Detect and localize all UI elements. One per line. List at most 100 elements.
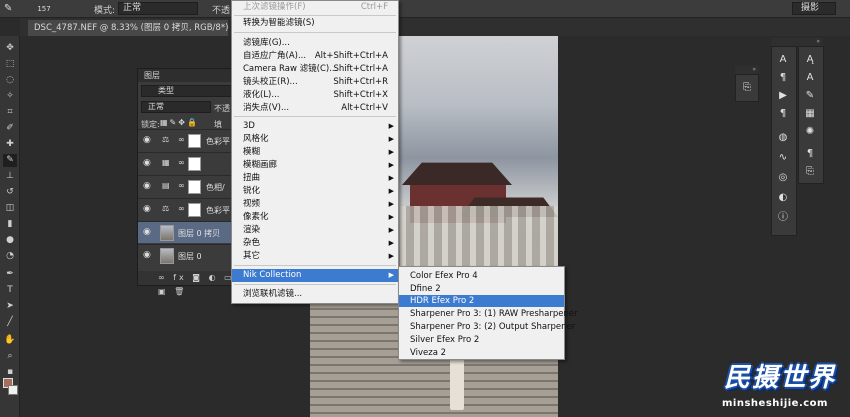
submenu-arrow-icon: ▶ (388, 148, 394, 156)
layer-row[interactable]: ◉ ▤ ∞ 色相/ (138, 175, 244, 197)
paragraph-panel-icon[interactable]: ¶ (776, 71, 790, 85)
menu-item-convert-smart-filters[interactable]: 转换为智能滤镜(S) (232, 17, 398, 30)
menu-item-stylize[interactable]: 风格化 ▶ (232, 133, 398, 146)
menu-item-nik-collection[interactable]: Nik Collection ▶ (232, 269, 398, 282)
tool-presets-icon[interactable]: ✎ (803, 89, 817, 103)
menu-item-liquify[interactable]: 液化(L)... Shift+Ctrl+X (232, 89, 398, 102)
submenu-item-hdr-efex-pro[interactable]: HDR Efex Pro 2 (399, 295, 564, 307)
history-panel-icon[interactable]: ⎘ (740, 81, 754, 95)
hand-tool-icon[interactable]: ✋ (3, 334, 17, 347)
submenu-item-viveza[interactable]: Viveza 2 (399, 347, 564, 359)
menu-item-last-filter[interactable]: 上次滤镜操作(F) Ctrl+F (232, 1, 398, 14)
visibility-eye-icon[interactable]: ◉ (143, 158, 153, 168)
lock-icons[interactable]: ▦✎✥🔒 (160, 118, 199, 127)
properties-panel-icon[interactable]: ¶ (803, 147, 817, 161)
menu-item-lens-correction[interactable]: 镜头校正(R)... Shift+Ctrl+R (232, 76, 398, 89)
menu-item-camera-raw[interactable]: Camera Raw 滤镜(C)... Shift+Ctrl+A (232, 63, 398, 76)
play-actions-icon[interactable]: ▶ (776, 89, 790, 103)
layer-filter-select[interactable]: 类型 (141, 85, 243, 97)
menu-item-browse-filters-online[interactable]: 浏览联机滤镜... (232, 288, 398, 301)
submenu-arrow-icon: ▶ (388, 122, 394, 130)
type-tool-icon[interactable]: T (3, 284, 17, 297)
color-panel-icon[interactable]: ◍ (776, 131, 790, 145)
adjustments-panel-icon[interactable]: ✺ (803, 125, 817, 139)
menu-item-adaptive-wide-angle[interactable]: 自适应广角(A)... Alt+Shift+Ctrl+A (232, 50, 398, 63)
healing-brush-tool-icon[interactable]: ✚ (3, 138, 17, 151)
visibility-eye-icon[interactable]: ◉ (143, 227, 153, 237)
menu-item-label: 扭曲 (243, 173, 261, 183)
move-tool-icon[interactable]: ✥ (3, 42, 17, 55)
submenu-item-raw-presharpener[interactable]: Sharpener Pro 3: (1) RAW Presharpener (399, 308, 578, 320)
dodge-tool-icon[interactable]: ◔ (3, 250, 17, 263)
submenu-item-silver-efex-pro[interactable]: Silver Efex Pro 2 (399, 334, 564, 346)
visibility-eye-icon[interactable]: ◉ (143, 250, 153, 260)
dock-collapse-handle[interactable]: » (735, 66, 759, 74)
curves-panel-icon[interactable]: ∿ (776, 151, 790, 165)
workspace-select[interactable]: 摄影 (792, 2, 836, 15)
submenu-item-dfine[interactable]: Dfine 2 (399, 283, 564, 295)
line-tool-icon[interactable]: ╱ (3, 316, 17, 329)
marquee-tool-icon[interactable]: ⬚ (3, 58, 17, 71)
menu-item-noise[interactable]: 杂色 ▶ (232, 237, 398, 250)
background-color-swatch[interactable] (8, 385, 18, 395)
layer-mask-thumb[interactable] (188, 180, 201, 194)
brush-preset-picker[interactable]: 157 (34, 2, 54, 16)
character-panel-icon[interactable]: A (776, 53, 790, 67)
submenu-arrow-icon: ▶ (388, 174, 394, 182)
layer-row[interactable]: ◉ ⚖ ∞ 色彩平 (138, 198, 244, 220)
character-styles-icon[interactable]: A (803, 71, 817, 85)
blur-tool-icon[interactable]: ● (3, 234, 17, 247)
dock-collapse-handle[interactable]: » (771, 38, 823, 46)
brush-tool-icon[interactable]: ✎ (3, 154, 17, 167)
layers-panel-footer[interactable]: ∞ fx ◙ ◐ ▭ ▣ 🗑 (138, 271, 244, 296)
visibility-eye-icon[interactable]: ◉ (143, 204, 153, 214)
mode-select[interactable]: 正常 (118, 2, 198, 15)
layer-row[interactable]: ◉ ▦ ∞ (138, 152, 244, 174)
menu-item-filter-gallery[interactable]: 滤镜库(G)... (232, 37, 398, 50)
brush-tool-icon[interactable]: ✎ (4, 3, 20, 15)
layer-mask-thumb[interactable] (188, 203, 201, 217)
layer-mask-thumb[interactable] (188, 134, 201, 148)
menu-item-blur[interactable]: 模糊 ▶ (232, 146, 398, 159)
menu-item-video[interactable]: 视频 ▶ (232, 198, 398, 211)
submenu-item-output-sharpener[interactable]: Sharpener Pro 3: (2) Output Sharpener (399, 321, 575, 333)
quick-select-tool-icon[interactable]: ✧ (3, 90, 17, 103)
layer-name: 色彩平 (206, 206, 230, 215)
menu-item-3d[interactable]: 3D ▶ (232, 120, 398, 133)
path-select-tool-icon[interactable]: ➤ (3, 300, 17, 313)
layer-row[interactable]: ◉ 图层 0 拷贝 (138, 221, 244, 243)
menu-item-pixelate[interactable]: 像素化 ▶ (232, 211, 398, 224)
menu-item-blur-gallery[interactable]: 模糊画廊 ▶ (232, 159, 398, 172)
document-tab[interactable]: DSC_4787.NEF @ 8.33% (图层 0 拷贝, RGB/8*) * (28, 20, 228, 36)
layer-comps-icon[interactable]: ⎘ (803, 165, 817, 179)
history-brush-tool-icon[interactable]: ↺ (3, 186, 17, 199)
crop-tool-icon[interactable]: ⌗ (3, 106, 17, 119)
eraser-tool-icon[interactable]: ◫ (3, 202, 17, 215)
layer-mask-thumb[interactable] (188, 157, 201, 171)
paragraph-styles-icon[interactable]: ¶ (776, 107, 790, 121)
gradient-tool-icon[interactable]: ▮ (3, 218, 17, 231)
zoom-tool-icon[interactable]: ⌕ (3, 350, 17, 363)
visibility-eye-icon[interactable]: ◉ (143, 135, 153, 145)
blend-mode-select[interactable]: 正常 (141, 101, 211, 113)
menu-item-sharpen[interactable]: 锐化 ▶ (232, 185, 398, 198)
layer-row[interactable]: ◉ ⚖ ∞ 色彩平 (138, 129, 244, 151)
menu-item-render[interactable]: 渲染 ▶ (232, 224, 398, 237)
paths-panel-icon[interactable]: ◐ (776, 191, 790, 205)
pen-tool-icon[interactable]: ✒ (3, 268, 17, 281)
glyphs-panel-icon[interactable]: Ą (803, 53, 817, 67)
menu-item-vanishing-point[interactable]: 消失点(V)... Alt+Ctrl+V (232, 102, 398, 115)
layer-row[interactable]: ◉ 图层 0 (138, 244, 244, 266)
lasso-tool-icon[interactable]: ◌ (3, 74, 17, 87)
submenu-arrow-icon: ▶ (388, 187, 394, 195)
brushes-panel-icon[interactable]: ▦ (803, 107, 817, 121)
menu-item-other[interactable]: 其它 ▶ (232, 250, 398, 263)
eyedropper-tool-icon[interactable]: ✐ (3, 122, 17, 135)
info-panel-icon[interactable]: ⓘ (776, 211, 790, 225)
clone-stamp-tool-icon[interactable]: ⊥ (3, 170, 17, 183)
menu-separator (234, 116, 396, 117)
submenu-item-color-efex-pro[interactable]: Color Efex Pro 4 (399, 270, 564, 282)
visibility-eye-icon[interactable]: ◉ (143, 181, 153, 191)
menu-item-distort[interactable]: 扭曲 ▶ (232, 172, 398, 185)
channels-panel-icon[interactable]: ◎ (776, 171, 790, 185)
